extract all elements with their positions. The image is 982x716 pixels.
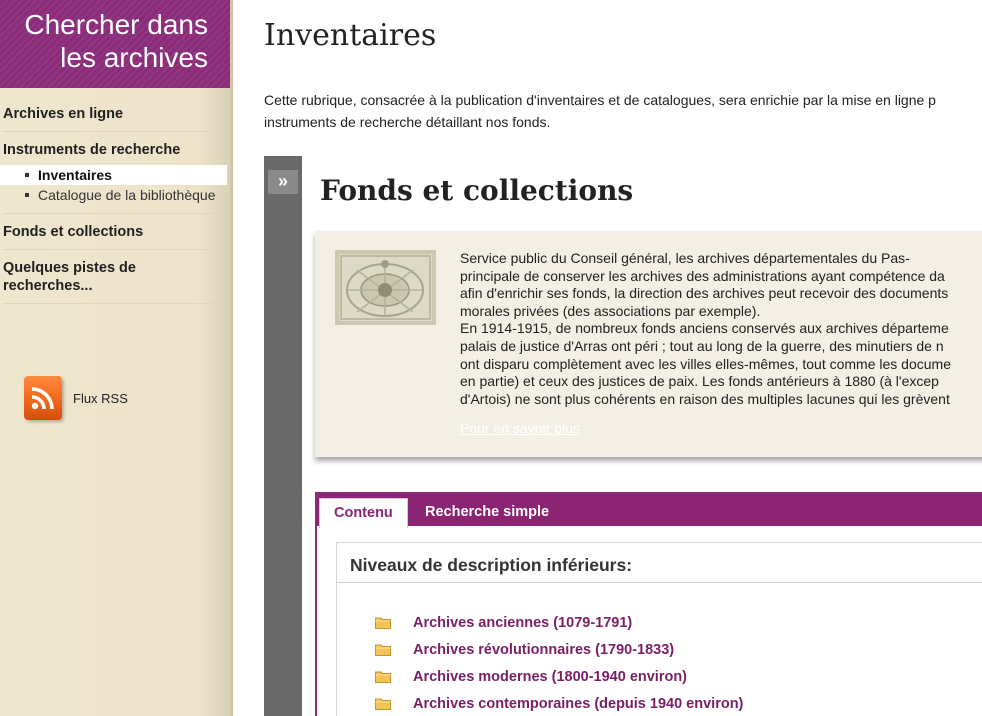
nav-sub-label[interactable]: Catalogue de la bibliothèque [38, 187, 215, 203]
nav-fonds-et-collections[interactable]: Fonds et collections [3, 214, 215, 250]
bullet-icon [25, 193, 29, 197]
tabs-container: Contenu Recherche simple Niveaux de desc… [315, 492, 982, 716]
level-link[interactable]: Archives modernes (1800-1940 environ) [413, 669, 687, 685]
rss-icon[interactable] [24, 376, 62, 420]
nav-archives-en-ligne[interactable]: Archives en ligne [3, 102, 215, 132]
intro-text: Cette rubrique, consacrée à la publicati… [264, 89, 982, 133]
sidebar-header: Chercher dans les archives [0, 0, 233, 88]
nav-sub-list: Inventaires Catalogue de la bibliothèque [0, 165, 227, 205]
read-more-link[interactable]: Pour en savoir plus [460, 420, 580, 436]
page-title: Inventaires [264, 18, 437, 53]
fonds-title: Fonds et collections [320, 174, 634, 207]
tab-recherche-simple[interactable]: Recherche simple [411, 498, 563, 528]
levels-list: Archives anciennes (1079-1791) Archives … [337, 609, 982, 716]
sidebar-title-line-2: les archives [60, 42, 208, 73]
list-item[interactable]: Archives modernes (1800-1940 environ) [337, 663, 982, 690]
intro-line-1: Cette rubrique, consacrée à la publicati… [264, 92, 936, 108]
folder-icon [375, 616, 391, 629]
nav-sub-item-inventaires[interactable]: Inventaires [0, 165, 227, 185]
fonds-panel: Fonds et collections Service public du C… [302, 156, 982, 716]
nav-instruments-de-recherche[interactable]: Instruments de recherche Inventaires Cat… [0, 132, 227, 214]
level-link[interactable]: Archives anciennes (1079-1791) [413, 615, 632, 631]
bullet-icon [25, 173, 29, 177]
sidebar: Chercher dans les archives Archives en l… [0, 0, 233, 716]
panel-side-bar: » [264, 156, 302, 716]
folder-icon [375, 643, 391, 656]
fonds-description: Service public du Conseil général, les a… [460, 250, 951, 407]
expand-button[interactable]: » [268, 170, 298, 194]
list-item[interactable]: Archives anciennes (1079-1791) [337, 609, 982, 636]
folder-icon [375, 670, 391, 683]
tab-contenu[interactable]: Contenu [319, 498, 408, 528]
sidebar-title-line-1: Chercher dans [24, 9, 208, 40]
nav-instruments-label[interactable]: Instruments de recherche [3, 141, 215, 159]
fonds-info-box: Service public du Conseil général, les a… [315, 231, 982, 457]
intro-line-2: instruments de recherche détaillant nos … [264, 114, 551, 130]
sidebar-nav: Archives en ligne Instruments de recherc… [0, 88, 233, 304]
archive-thumbnail-image [335, 250, 436, 325]
folder-icon [375, 697, 391, 710]
level-link[interactable]: Archives révolutionnaires (1790-1833) [413, 642, 674, 658]
rss-link[interactable]: Flux RSS [24, 376, 128, 420]
rss-label[interactable]: Flux RSS [73, 391, 128, 406]
levels-box: Niveaux de description inférieurs: Archi… [336, 542, 982, 716]
nav-pistes-de-recherches[interactable]: Quelques pistes de recherches... [3, 250, 215, 304]
nav-sub-item-catalogue[interactable]: Catalogue de la bibliothèque [0, 185, 227, 205]
list-item[interactable]: Archives contemporaines (depuis 1940 env… [337, 690, 982, 716]
tab-bar: Contenu Recherche simple [317, 494, 982, 528]
nav-sub-label[interactable]: Inventaires [38, 167, 112, 183]
level-link[interactable]: Archives contemporaines (depuis 1940 env… [413, 696, 743, 712]
levels-title: Niveaux de description inférieurs: [337, 543, 982, 583]
list-item[interactable]: Archives révolutionnaires (1790-1833) [337, 636, 982, 663]
